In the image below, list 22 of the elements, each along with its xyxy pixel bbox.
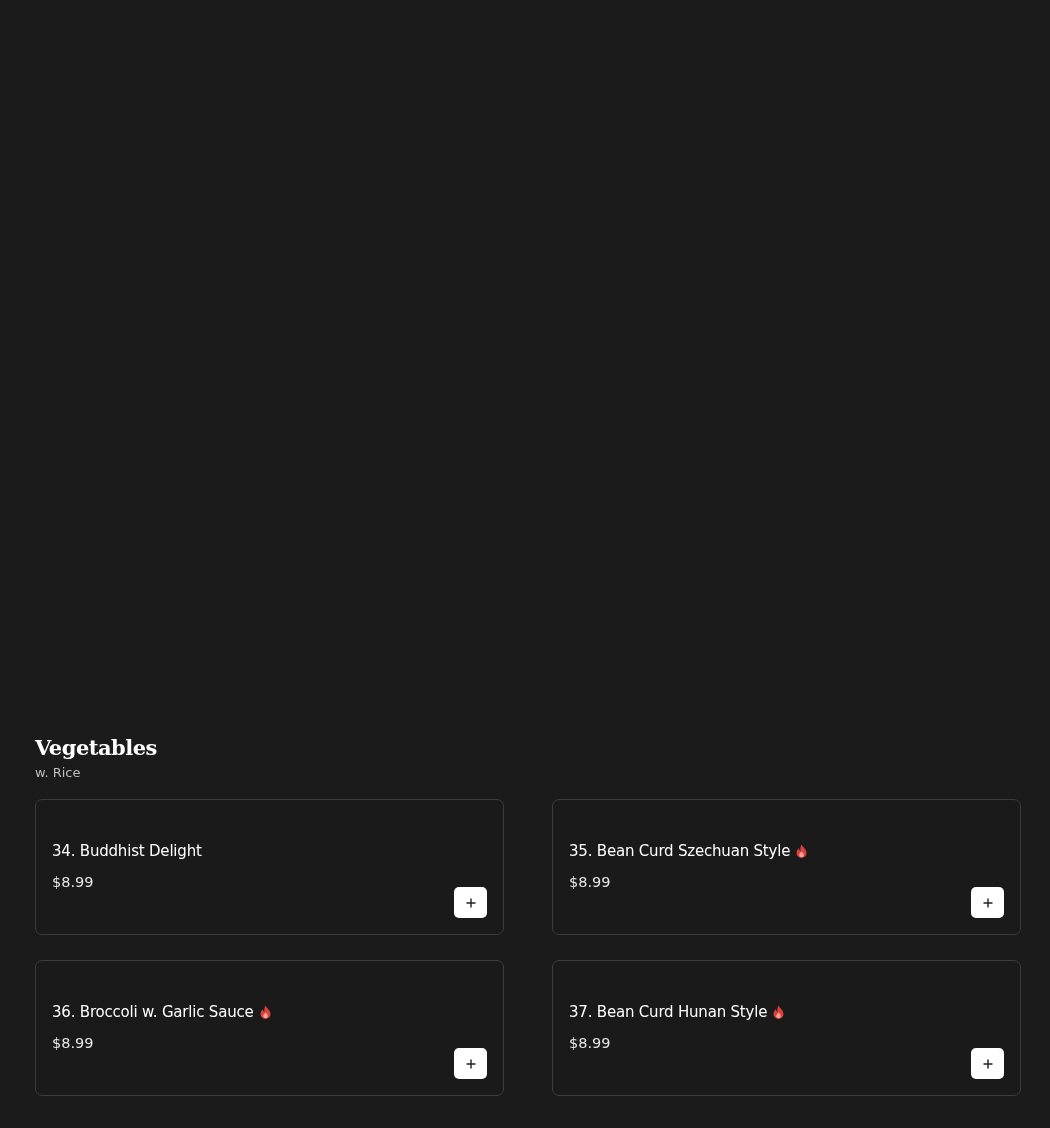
menu-item-card[interactable]: 37. Bean Curd Hunan Style $8.99 [552,960,1021,1096]
item-price: $8.99 [52,1035,95,1051]
add-button[interactable] [971,887,1004,918]
menu-item-card[interactable]: 36. Broccoli w. Garlic Sauce $8.99 [35,960,504,1096]
menu-item-card[interactable]: 35. Bean Curd Szechuan Style $8.99 [552,799,1021,935]
section-subtitle: w. Rice [35,764,82,782]
plus-icon [982,1058,993,1069]
item-name: 34. Buddhist Delight [52,841,202,862]
plus-icon [465,1058,476,1069]
plus-icon [465,897,476,908]
item-name: 37. Bean Curd Hunan Style [569,1002,768,1023]
item-price: $8.99 [569,874,612,890]
item-name: 36. Broccoli w. Garlic Sauce [52,1002,254,1023]
add-button[interactable] [454,1048,487,1079]
item-price: $8.99 [569,1035,612,1051]
menu-item-card[interactable]: 34. Buddhist Delight $8.99 [35,799,504,935]
add-button[interactable] [454,887,487,918]
section-title: Vegetables [35,734,158,762]
plus-icon [982,897,993,908]
item-name: 35. Bean Curd Szechuan Style [569,841,791,862]
add-button[interactable] [971,1048,1004,1079]
item-price: $8.99 [52,874,95,890]
